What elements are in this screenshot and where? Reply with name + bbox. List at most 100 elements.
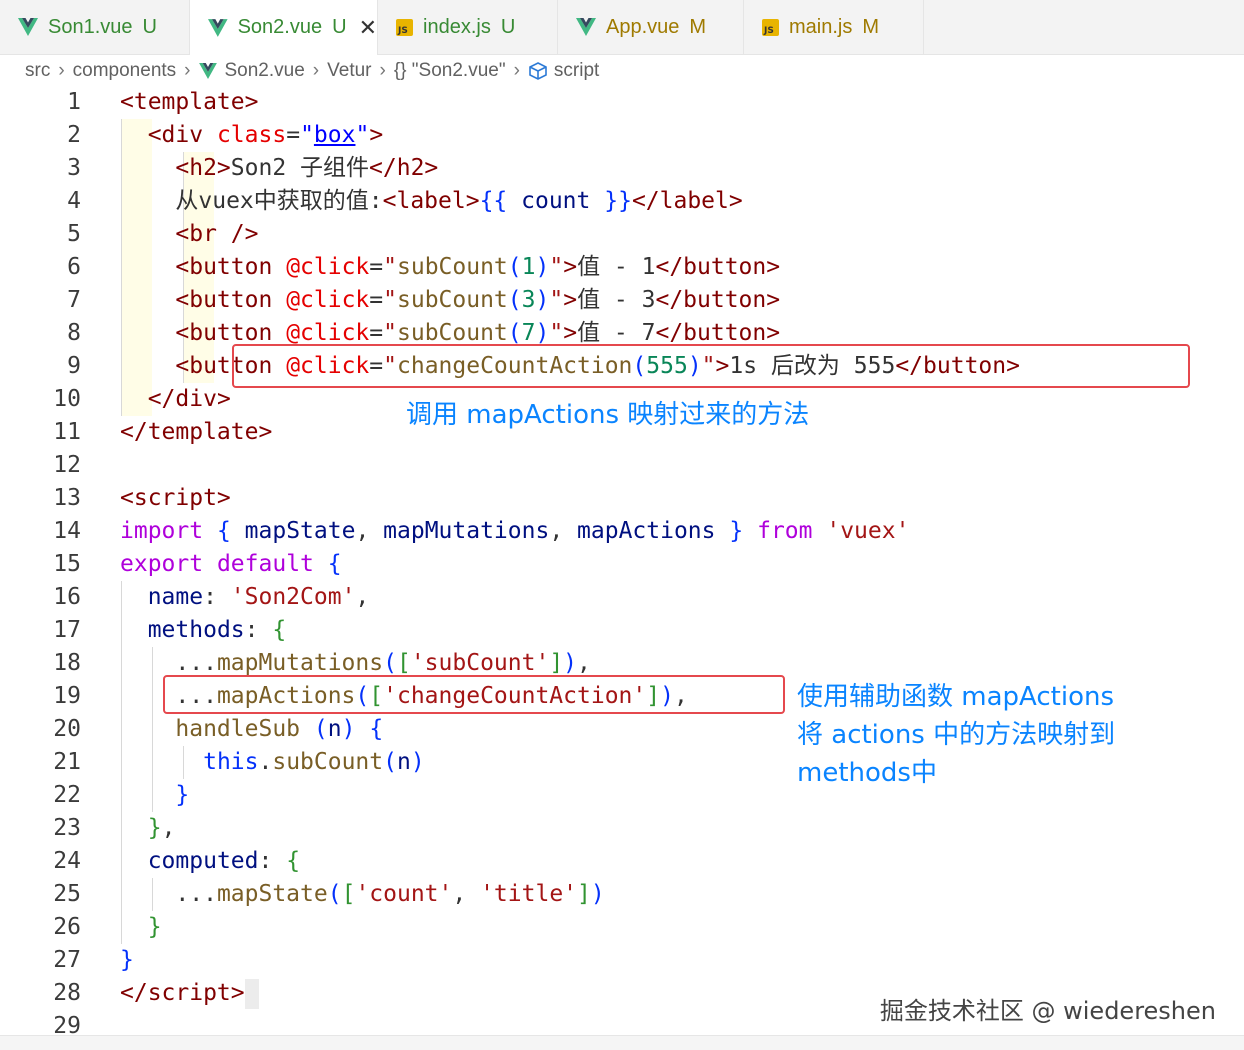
line-number: 6 [67, 254, 81, 280]
tab-index-js[interactable]: JS index.js U [378, 0, 558, 54]
text-cursor [244, 978, 259, 1009]
code-line: 12 [0, 449, 1244, 482]
code-line: 2 <div class="box"> [0, 119, 1244, 152]
line-number: 13 [53, 485, 81, 511]
cube-icon [529, 62, 547, 80]
code-line: 16 name: 'Son2Com', [0, 581, 1244, 614]
tab-label: Son2.vue [237, 16, 323, 38]
editor-tab-bar: Son1.vue U Son2.vue U ✕ JS index.js U Ap… [0, 0, 1244, 55]
line-number: 5 [67, 221, 81, 247]
line-number: 16 [53, 584, 81, 610]
code-line: 14 import { mapState, mapMutations, mapAc… [0, 515, 1244, 548]
code-line: 7 <button @click="subCount(3)">值 - 3</bu… [0, 284, 1244, 317]
breadcrumb-item[interactable]: Son2.vue [225, 60, 305, 82]
code-line: 13 <script> [0, 482, 1244, 515]
line-number: 26 [53, 914, 81, 940]
line-number: 24 [53, 848, 81, 874]
code-text: export default { [120, 551, 342, 577]
line-number: 9 [67, 353, 81, 379]
vue-file-icon [576, 18, 596, 36]
chevron-right-icon: › [513, 60, 520, 81]
code-line: 6 <button @click="subCount(1)">值 - 1</bu… [0, 251, 1244, 284]
code-line: 1 <template> [0, 86, 1244, 119]
code-text: import { mapState, mapMutations, mapActi… [120, 518, 910, 544]
code-text: </div> [147, 386, 231, 412]
breadcrumb-item[interactable]: script [554, 60, 599, 82]
line-number: 8 [67, 320, 81, 346]
tab-label: main.js [789, 15, 853, 38]
code-text: } [175, 782, 190, 808]
tab-label: Son1.vue [48, 15, 133, 38]
breadcrumb: src › components › Son2.vue › Vetur › {}… [25, 58, 599, 84]
line-number: 21 [53, 749, 81, 775]
line-number: 1 [67, 89, 81, 115]
code-text: </template> [120, 419, 273, 445]
highlight-box-script [163, 675, 785, 714]
breadcrumb-item[interactable]: Vetur [327, 60, 371, 82]
annotation-script-line2: 将 actions 中的方法映射到 [797, 720, 1116, 750]
annotation-template: 调用 mapActions 映射过来的方法 [406, 400, 810, 430]
tab-status: U [142, 15, 157, 38]
close-icon[interactable]: ✕ [359, 15, 377, 41]
tab-app-vue[interactable]: App.vue M [558, 0, 744, 54]
breadcrumb-item[interactable]: {} "Son2.vue" [394, 60, 506, 82]
code-line: 27} [0, 944, 1244, 977]
tab-main-js[interactable]: JS main.js M [744, 0, 924, 54]
code-text: handleSub (n) { [175, 716, 384, 742]
line-number: 27 [53, 947, 81, 973]
tab-label: index.js [423, 15, 491, 38]
line-number: 3 [67, 155, 81, 181]
line-number: 20 [53, 716, 81, 742]
chevron-right-icon: › [184, 60, 191, 81]
code-text: 从vuex中获取的值:<label>{{ count }}</label> [120, 188, 743, 214]
line-number: 12 [53, 452, 81, 478]
line-number: 22 [53, 782, 81, 808]
code-line: 22 } [0, 779, 1244, 812]
code-text: }, [147, 815, 176, 841]
tab-status: M [862, 15, 880, 38]
code-text: methods: { [147, 617, 287, 643]
line-number: 23 [53, 815, 81, 841]
highlight-box-template [232, 344, 1190, 388]
horizontal-scrollbar[interactable] [0, 1035, 1244, 1050]
code-text: <h2>Son2 子组件</h2> [175, 155, 439, 181]
code-text: <button @click="subCount(1)">值 - 1</butt… [175, 254, 781, 280]
annotation-script-line3: methods中 [797, 758, 937, 788]
tab-status: M [689, 15, 707, 38]
line-number: 7 [67, 287, 81, 313]
vue-file-icon [18, 18, 38, 36]
code-line: 3 <h2>Son2 子组件</h2> [0, 152, 1244, 185]
breadcrumb-item[interactable]: src [25, 60, 50, 82]
code-line: 4 从vuex中获取的值:<label>{{ count }}</label> [0, 185, 1244, 218]
code-text: } [120, 947, 134, 973]
tab-son2-vue[interactable]: Son2.vue U ✕ [190, 0, 378, 55]
line-number: 15 [53, 551, 81, 577]
line-number: 17 [53, 617, 81, 643]
tab-label: App.vue [606, 15, 680, 38]
code-line: 25 ...mapState(['count', 'title']) [0, 878, 1244, 911]
code-text: } [147, 914, 162, 940]
line-number: 11 [53, 419, 81, 445]
tab-son1-vue[interactable]: Son1.vue U [0, 0, 190, 54]
code-text: this.subCount(n) [203, 749, 425, 775]
code-line: 24 computed: { [0, 845, 1244, 878]
code-line: 17 methods: { [0, 614, 1244, 647]
code-line: 26 } [0, 911, 1244, 944]
line-number: 2 [67, 122, 81, 148]
annotation-script-line1: 使用辅助函数 mapActions [797, 682, 1115, 712]
vue-file-icon [208, 18, 228, 37]
watermark: 掘金技术社区 @ wiedereshen [879, 997, 1216, 1025]
line-number: 19 [53, 683, 81, 709]
code-text: <button @click="subCount(3)">值 - 3</butt… [175, 287, 781, 313]
chevron-right-icon: › [58, 60, 65, 81]
code-text: computed: { [147, 848, 301, 874]
code-text: <script> [120, 485, 231, 511]
tab-status: U [332, 16, 347, 38]
breadcrumb-item[interactable]: components [73, 60, 177, 82]
code-text: </script> [120, 977, 259, 1010]
chevron-right-icon: › [312, 60, 320, 81]
line-number: 18 [53, 650, 81, 676]
code-line: 23 }, [0, 812, 1244, 845]
js-file-icon: JS [762, 18, 779, 36]
line-number: 14 [53, 518, 81, 544]
